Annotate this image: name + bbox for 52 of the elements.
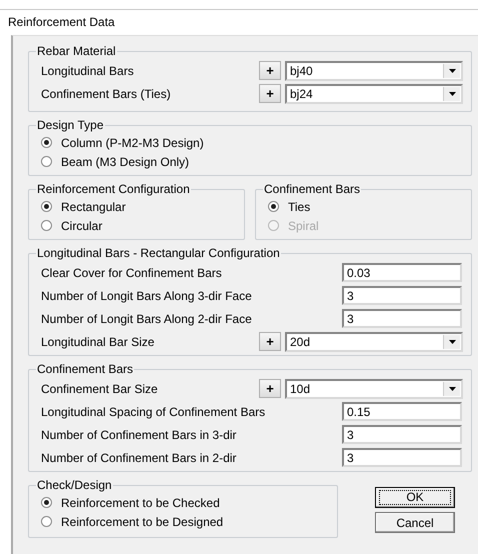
group-title: Check/Design xyxy=(36,478,113,492)
field-label: Clear Cover for Confinement Bars xyxy=(41,266,223,280)
dialog-button[interactable]: Cancel xyxy=(375,512,455,533)
input-field[interactable]: 0.15 xyxy=(342,402,462,421)
dialog-button[interactable]: OK xyxy=(375,487,455,508)
dropdown-arrow-icon xyxy=(448,92,456,96)
add-button[interactable]: + xyxy=(259,61,281,80)
field-label: Number of Longit Bars Along 2-dir Face xyxy=(41,312,253,326)
add-button[interactable]: + xyxy=(259,84,281,103)
dropdown[interactable]: 10d xyxy=(285,378,463,398)
radio-button[interactable] xyxy=(268,201,279,212)
radio-button[interactable] xyxy=(41,497,52,508)
dropdown-arrow-icon xyxy=(448,68,456,72)
window-title: Reinforcement Data xyxy=(8,15,115,29)
group-title: Design Type xyxy=(36,118,104,132)
option-label[interactable]: Rectangular xyxy=(61,200,126,214)
radio-button[interactable] xyxy=(41,220,52,231)
field-label: Longitudinal Spacing of Confinement Bars xyxy=(41,404,266,418)
input-field[interactable]: 3 xyxy=(342,448,462,467)
radio-button[interactable] xyxy=(41,137,52,148)
field-label: Longitudinal Bar Size xyxy=(41,334,156,348)
input-field[interactable]: 0.03 xyxy=(342,263,462,282)
dropdown-arrow-icon xyxy=(448,386,456,390)
radio-button[interactable] xyxy=(41,156,52,167)
field-label: Confinement Bars (Ties) xyxy=(41,86,172,100)
option-label[interactable]: Ties xyxy=(288,200,310,214)
group-title: Confinement Bars xyxy=(36,362,134,376)
input-field[interactable]: 3 xyxy=(342,425,462,444)
dropdown[interactable]: 20d xyxy=(285,332,463,352)
group-title: Longitudinal Bars - Rectangular Configuration xyxy=(36,246,281,260)
field-label: Number of Confinement Bars in 2-dir xyxy=(41,450,238,464)
field-label: Longitudinal Bars xyxy=(41,64,135,78)
option-label[interactable]: Reinforcement to be Checked xyxy=(61,496,220,510)
option-label[interactable]: Reinforcement to be Designed xyxy=(61,514,224,528)
dropdown-arrow-icon xyxy=(448,340,456,344)
add-button[interactable]: + xyxy=(259,332,281,351)
radio-button[interactable] xyxy=(41,201,52,212)
input-field[interactable]: 3 xyxy=(342,286,462,305)
field-label: Confinement Bar Size xyxy=(41,382,159,396)
option-label[interactable]: Beam (M3 Design Only) xyxy=(61,154,190,168)
dropdown[interactable]: bj24 xyxy=(285,84,463,104)
option-label[interactable]: Column (P-M2-M3 Design) xyxy=(61,136,204,150)
input-field[interactable]: 3 xyxy=(342,309,462,328)
option-label[interactable]: Circular xyxy=(61,218,102,232)
dropdown[interactable]: bj40 xyxy=(285,60,463,80)
group-title: Confinement Bars xyxy=(263,182,362,196)
radio-button[interactable] xyxy=(41,516,52,527)
field-label: Number of Longit Bars Along 3-dir Face xyxy=(41,288,253,302)
group-title: Reinforcement Configuration xyxy=(36,182,191,196)
add-button[interactable]: + xyxy=(259,379,281,398)
group-title: Rebar Material xyxy=(36,44,117,58)
field-label: Number of Confinement Bars in 3-dir xyxy=(41,428,238,442)
